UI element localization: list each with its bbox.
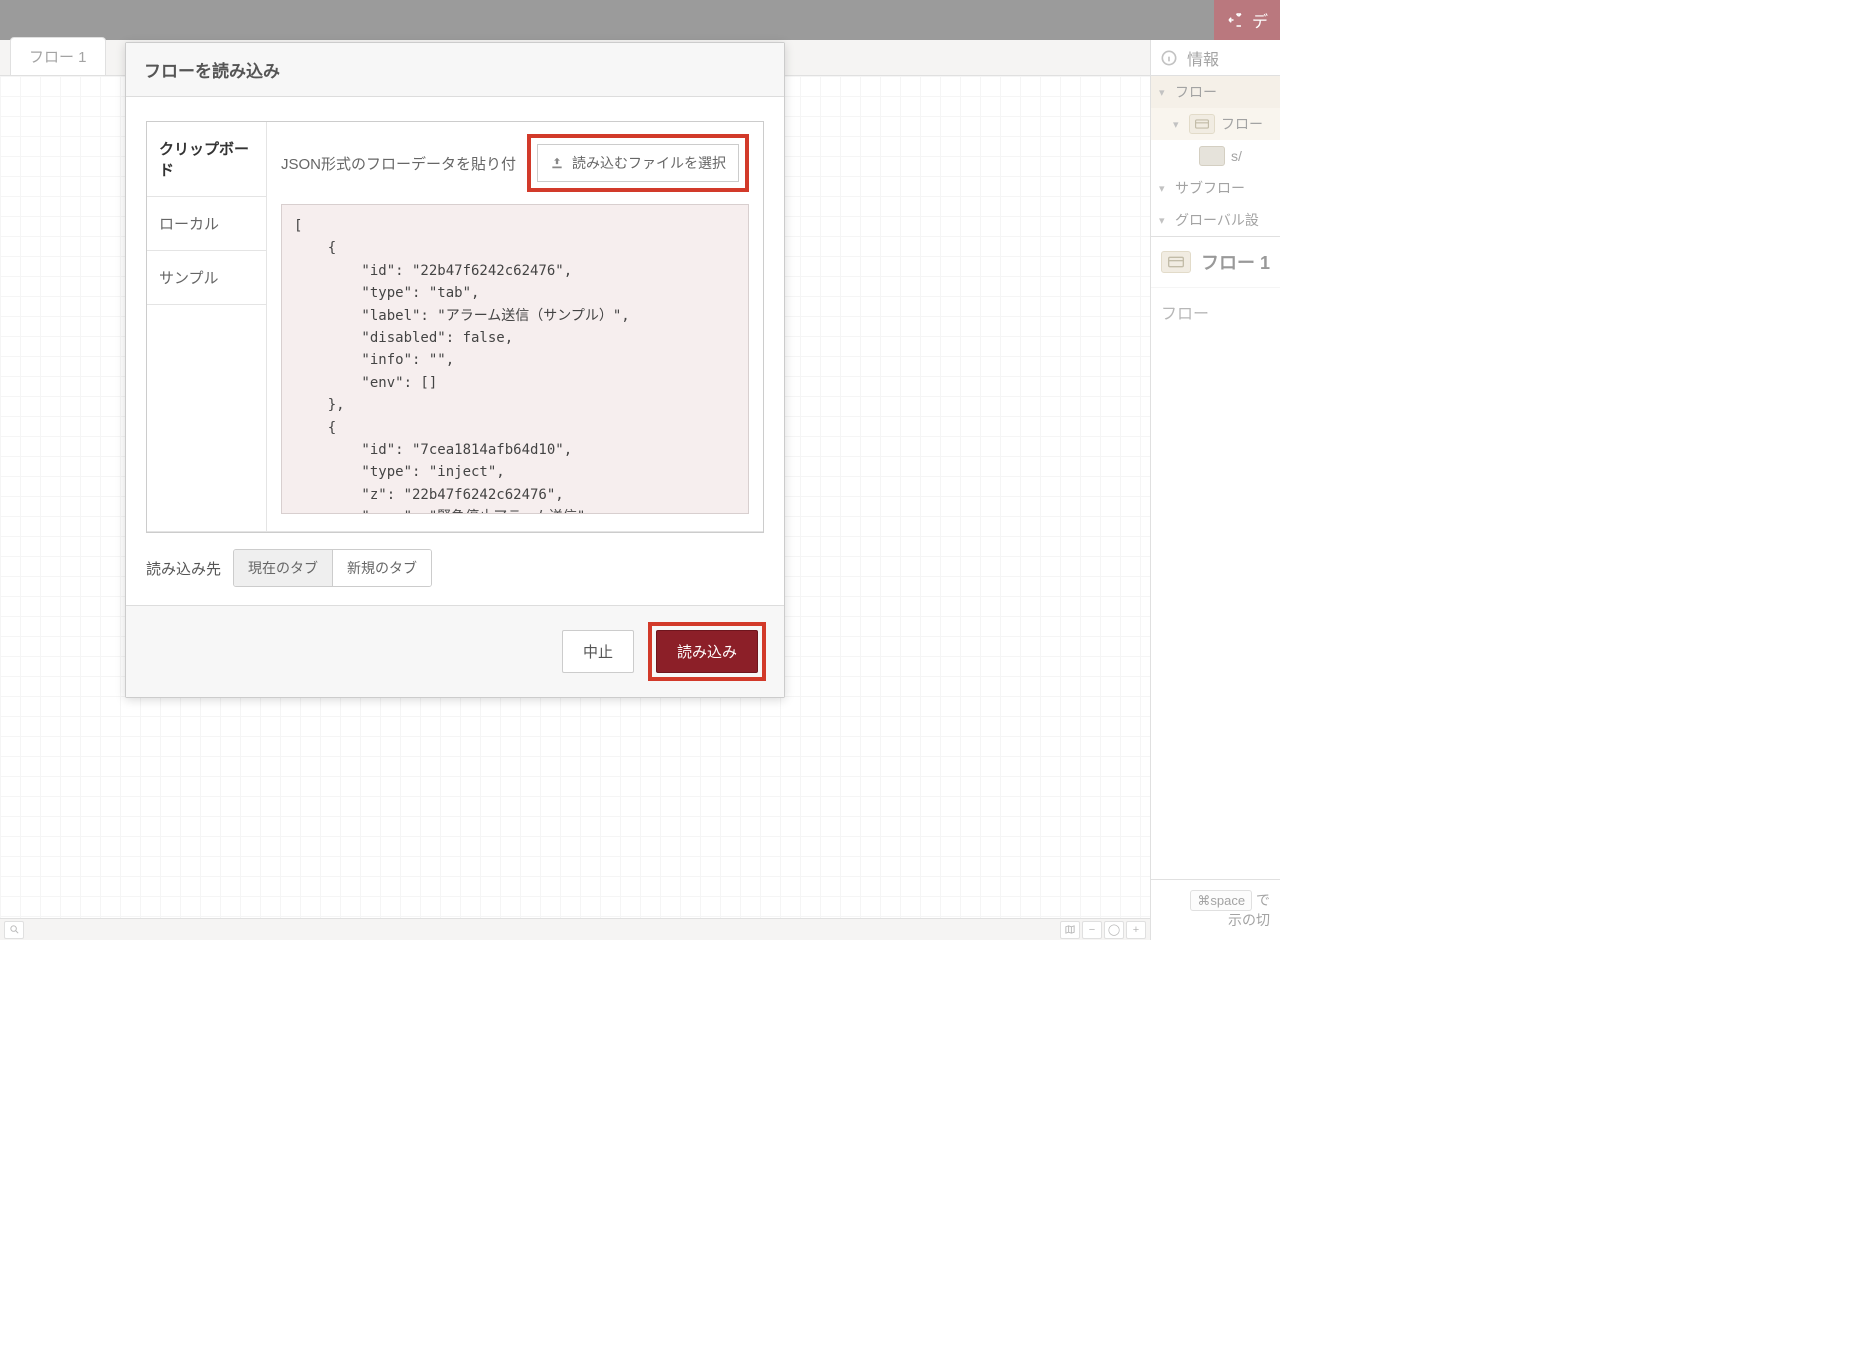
import-destination: 読み込み先 現在のタブ 新規のタブ [146,533,764,599]
dest-new-tab[interactable]: 新規のタブ [332,550,431,586]
import-button-highlight: 読み込み [648,622,766,681]
select-file-label: 読み込むファイルを選択 [572,153,726,173]
modal-title: フローを読み込み [126,43,784,97]
select-file-button[interactable]: 読み込むファイルを選択 [537,144,739,182]
dest-current-tab[interactable]: 現在のタブ [234,550,332,586]
file-button-highlight: 読み込むファイルを選択 [527,134,749,192]
import-source-tabs: クリップボード ローカル サンプル [147,122,267,531]
tab-local[interactable]: ローカル [147,197,266,251]
dest-segment-group: 現在のタブ 新規のタブ [233,549,432,587]
import-button[interactable]: 読み込み [656,630,758,673]
paste-label: JSON形式のフローデータを貼り付け [281,153,517,174]
cancel-button[interactable]: 中止 [562,630,634,673]
tab-sample[interactable]: サンプル [147,251,266,305]
upload-icon [550,156,564,170]
dest-label: 読み込み先 [146,558,221,579]
tab-clipboard[interactable]: クリップボード [147,122,266,197]
import-modal: フローを読み込み クリップボード ローカル サンプル JSON形式のフローデータ… [125,42,785,698]
json-input[interactable] [281,204,749,514]
